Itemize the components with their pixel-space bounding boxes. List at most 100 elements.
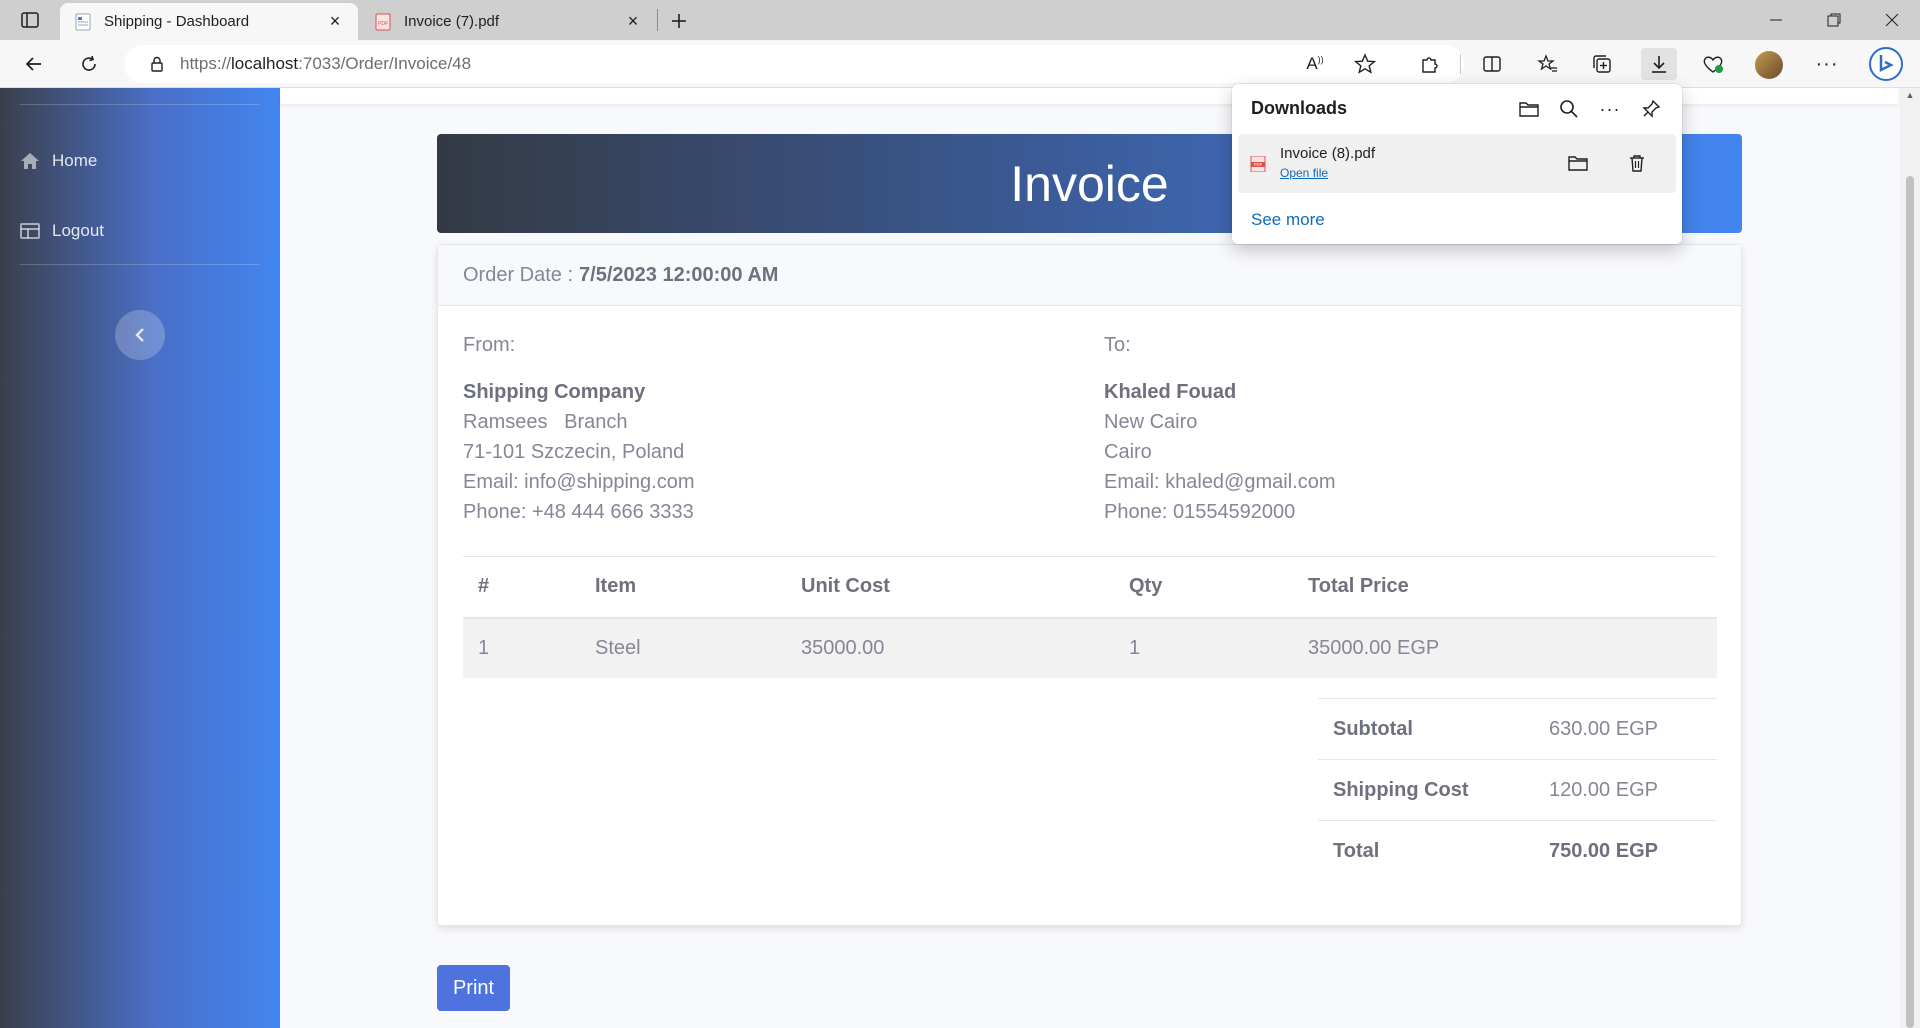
from-label: From: (463, 334, 516, 356)
to-line1: New Cairo (1104, 411, 1198, 433)
from-email: Email: info@shipping.com (463, 471, 695, 493)
col-header-item: Item (580, 556, 786, 619)
scrollbar-thumb[interactable] (1906, 176, 1914, 1028)
delete-icon[interactable] (1622, 148, 1652, 178)
toolbar-divider (1460, 54, 1461, 74)
search-icon[interactable] (1554, 94, 1584, 124)
table-row: 1 Steel 35000.00 1 35000.00 EGP (463, 617, 1717, 678)
tab-invoice-pdf[interactable]: PDF Invoice (7).pdf × (360, 3, 656, 40)
sidebar-divider (20, 104, 260, 105)
close-window-icon[interactable] (1864, 0, 1920, 40)
from-name: Shipping Company (463, 381, 646, 403)
split-screen-icon[interactable] (1476, 48, 1508, 80)
downloads-title: Downloads (1251, 98, 1348, 118)
back-icon[interactable] (18, 48, 50, 80)
lock-icon[interactable] (148, 55, 166, 73)
cell-number: 1 (463, 617, 580, 678)
close-tab-icon[interactable]: × (326, 11, 344, 31)
more-options-icon[interactable]: ··· (1811, 48, 1843, 80)
sidebar-item-label: Logout (52, 221, 104, 240)
col-header-unit-cost: Unit Cost (786, 556, 1114, 619)
total-label: Total (1318, 820, 1534, 882)
more-options-icon[interactable]: ··· (1595, 94, 1625, 124)
to-address: To: Khaled Fouad New Cairo Cairo Email: … (1104, 330, 1336, 527)
tab-title: Invoice (7).pdf (404, 13, 500, 30)
sidebar-item-label: Home (52, 151, 98, 170)
tab-shipping-dashboard[interactable]: Shipping - Dashboard × (60, 3, 358, 40)
sidebar-divider (20, 264, 260, 265)
open-downloads-folder-icon[interactable] (1514, 94, 1544, 124)
collections-icon[interactable] (1586, 48, 1618, 80)
pin-icon[interactable] (1636, 94, 1666, 124)
download-filename: Invoice (8).pdf (1280, 145, 1376, 162)
minimize-icon[interactable] (1748, 0, 1804, 40)
downloads-panel: Downloads ··· PDF Invoice (8).pdf Open f… (1232, 84, 1682, 244)
profile-avatar[interactable] (1755, 51, 1783, 79)
favorite-star-icon[interactable] (1349, 48, 1381, 80)
from-line2: 71-101 Szczecin, Poland (463, 441, 685, 463)
table-icon (20, 223, 40, 239)
col-header-qty: Qty (1114, 556, 1293, 619)
tab-actions-icon[interactable] (14, 8, 46, 32)
total-value: 750.00 EGP (1534, 820, 1717, 882)
to-name: Khaled Fouad (1104, 381, 1237, 403)
browser-essentials-icon[interactable] (1697, 48, 1729, 80)
extensions-icon[interactable] (1414, 48, 1446, 80)
to-email: Email: khaled@gmail.com (1104, 471, 1336, 493)
download-item[interactable]: PDF Invoice (8).pdf Open file (1238, 134, 1676, 193)
shipping-cost-row: Shipping Cost 120.00 EGP (1318, 759, 1717, 821)
order-date-row: Order Date : 7/5/2023 12:00:00 AM (438, 245, 1741, 306)
sidebar-collapse-button[interactable] (115, 310, 165, 360)
pdf-icon: PDF (1250, 156, 1266, 172)
col-header-number: # (463, 556, 580, 619)
close-tab-icon[interactable]: × (624, 11, 642, 31)
restore-icon[interactable] (1806, 0, 1862, 40)
home-icon (21, 153, 39, 169)
tab-title: Shipping - Dashboard (104, 13, 250, 30)
svg-text:PDF: PDF (378, 21, 388, 27)
sidebar: Home Logout (0, 88, 280, 1028)
scroll-up-icon[interactable]: ▲ (1904, 90, 1916, 102)
table-header-row: # Item Unit Cost Qty Total Price (463, 556, 1717, 619)
svg-text:PDF: PDF (1254, 162, 1263, 167)
browser-tab-bar: Shipping - Dashboard × PDF Invoice (7).p… (0, 0, 1920, 40)
shipping-cost-label: Shipping Cost (1318, 759, 1534, 821)
subtotal-value: 630.00 EGP (1534, 698, 1717, 760)
sidebar-item-logout[interactable]: Logout (20, 216, 104, 246)
chevron-left-icon (135, 328, 144, 342)
order-date-label: Order Date : (463, 263, 574, 286)
refresh-icon[interactable] (73, 48, 105, 80)
order-date-value: 7/5/2023 12:00:00 AM (579, 263, 779, 286)
invoice-card: Order Date : 7/5/2023 12:00:00 AM From: … (437, 244, 1742, 926)
downloads-icon[interactable] (1641, 48, 1677, 80)
to-phone: Phone: 01554592000 (1104, 501, 1296, 523)
page-favicon-icon (75, 13, 91, 30)
subtotal-label: Subtotal (1318, 698, 1534, 760)
items-table: # Item Unit Cost Qty Total Price 1 Steel… (463, 556, 1717, 678)
browser-toolbar: https://localhost:7033/Order/Invoice/48 … (0, 40, 1920, 88)
total-row: Total 750.00 EGP (1318, 820, 1717, 882)
to-label: To: (1104, 334, 1131, 356)
address-bar[interactable]: https://localhost:7033/Order/Invoice/48 (124, 45, 1464, 83)
see-more-link[interactable]: See more (1251, 210, 1325, 230)
url-text: https://localhost:7033/Order/Invoice/48 (180, 54, 472, 73)
totals-table: Subtotal 630.00 EGP Shipping Cost 120.00… (1318, 698, 1717, 882)
subtotal-row: Subtotal 630.00 EGP (1318, 698, 1717, 760)
favorites-icon[interactable] (1532, 48, 1564, 80)
invoice-title: Invoice (1010, 155, 1169, 212)
cell-unit-cost: 35000.00 (786, 617, 1114, 678)
tab-divider (657, 9, 658, 31)
to-line2: Cairo (1104, 441, 1152, 463)
pdf-icon: PDF (375, 13, 391, 30)
show-in-folder-icon[interactable] (1563, 148, 1593, 178)
from-phone: Phone: +48 444 666 3333 (463, 501, 694, 523)
open-file-link[interactable]: Open file (1280, 166, 1328, 180)
print-button[interactable]: Print (437, 965, 510, 1011)
col-header-total-price: Total Price (1293, 556, 1717, 619)
read-aloud-icon[interactable]: A)) (1299, 48, 1331, 80)
cell-qty: 1 (1114, 617, 1293, 678)
copilot-icon[interactable] (1866, 44, 1906, 84)
sidebar-item-home[interactable]: Home (20, 146, 97, 176)
new-tab-icon[interactable] (665, 7, 693, 35)
cell-item: Steel (580, 617, 786, 678)
